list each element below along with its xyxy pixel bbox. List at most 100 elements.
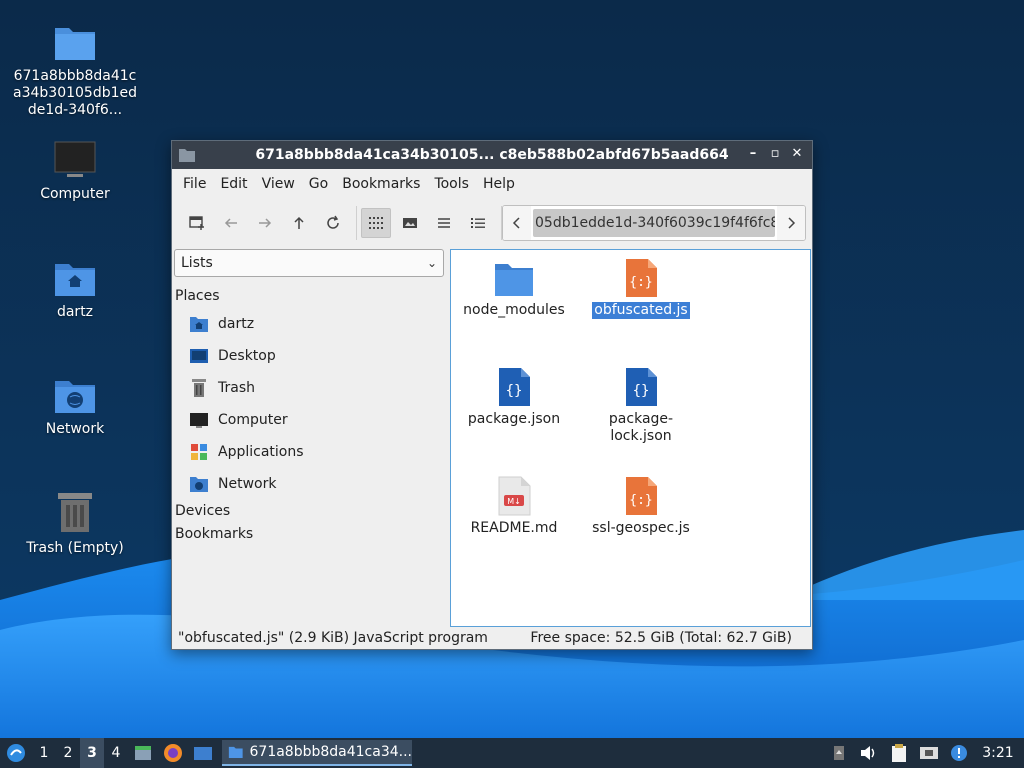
file-item-ssl-geospec-js[interactable]: {:} ssl-geospec.js — [581, 476, 701, 537]
computer-icon — [54, 141, 96, 177]
network-icon — [55, 381, 95, 413]
menu-tools[interactable]: Tools — [427, 176, 476, 192]
minimize-button[interactable]: – — [744, 145, 762, 163]
desktop-icon-label: Computer — [40, 186, 110, 202]
clipboard-button[interactable] — [888, 738, 910, 768]
desktop-icon-label: Network — [45, 421, 105, 437]
firefox-icon — [164, 744, 182, 762]
workspace-4-button[interactable]: 4 — [104, 738, 128, 768]
side-pane: Lists ⌄ Places dartz Desktop Trash Compu… — [172, 249, 448, 627]
file-item-package-json[interactable]: {} package.json — [454, 367, 574, 428]
eject-icon — [834, 746, 844, 760]
reload-icon — [327, 215, 339, 229]
workspace-3-button[interactable]: 3 — [80, 738, 104, 768]
sidebar-item-network[interactable]: Network — [172, 468, 448, 500]
home-folder-icon — [55, 264, 95, 296]
sidebar-item-label: Desktop — [218, 348, 276, 364]
menu-bookmarks[interactable]: Bookmarks — [335, 176, 427, 192]
new-tab-button[interactable] — [182, 208, 212, 238]
menu-help[interactable]: Help — [476, 176, 522, 192]
bookmarks-header[interactable]: Bookmarks — [172, 523, 448, 546]
sidebar-item-computer[interactable]: Computer — [172, 404, 448, 436]
maximize-button[interactable]: ▫ — [766, 145, 784, 163]
tray-toggle-button[interactable] — [830, 738, 848, 768]
file-view[interactable]: node_modules {:} obfuscated.js {} packag… — [450, 249, 811, 627]
desktop-icon-folder[interactable]: 671a8bbb8da41ca34b30105db1edde1d-340f6..… — [10, 22, 140, 119]
devices-header[interactable]: Devices — [172, 500, 448, 523]
arrow-left-icon — [224, 218, 237, 228]
desktop-icon-network[interactable]: Network — [10, 375, 140, 438]
status-bar: "obfuscated.js" (2.9 KiB) JavaScript pro… — [172, 627, 812, 649]
menu-edit[interactable]: Edit — [213, 176, 254, 192]
detailed-list-icon — [471, 218, 485, 228]
path-scroll-right-button[interactable] — [777, 206, 805, 240]
side-pane-mode-select[interactable]: Lists ⌄ — [174, 249, 444, 277]
lubuntu-logo-icon — [7, 744, 25, 762]
parent-folder-button[interactable] — [284, 208, 314, 238]
path-segment-button[interactable]: 05db1edde1d-340f6039c19f4f6fc8e — [533, 209, 775, 237]
folder-launcher[interactable] — [188, 738, 218, 768]
firefox-launcher[interactable] — [158, 738, 188, 768]
path-scroll-left-button[interactable] — [503, 206, 531, 240]
javascript-file-icon: {:} — [626, 477, 657, 515]
desktop-icon-trash[interactable]: Trash (Empty) — [10, 490, 140, 557]
file-manager-window[interactable]: 671a8bbb8da41ca34b30105... c8eb588b02abf… — [171, 140, 813, 650]
detailed-view-button[interactable] — [463, 208, 493, 238]
start-menu-button[interactable] — [0, 738, 32, 768]
folder-icon — [495, 264, 533, 296]
json-file-icon: {} — [626, 368, 657, 406]
taskbar-window-button[interactable]: 671a8bbb8da41ca34... — [222, 740, 412, 766]
menu-go[interactable]: Go — [302, 176, 335, 192]
clock[interactable]: 3:21 — [978, 738, 1018, 768]
chevron-right-icon — [788, 217, 796, 229]
sidebar-item-desktop[interactable]: Desktop — [172, 340, 448, 372]
icon-view-button[interactable] — [361, 208, 391, 238]
file-item-readme-md[interactable]: M↓ README.md — [454, 476, 574, 537]
chevron-left-icon — [512, 217, 520, 229]
toolbar-separator — [356, 206, 357, 240]
reload-button[interactable] — [318, 208, 348, 238]
sidebar-item-trash[interactable]: Trash — [172, 372, 448, 404]
thumbnail-view-button[interactable] — [395, 208, 425, 238]
workspace-2-button[interactable]: 2 — [56, 738, 80, 768]
desktop-icon-computer[interactable]: Computer — [10, 140, 140, 203]
list-icon — [438, 218, 450, 228]
sidebar-item-dartz[interactable]: dartz — [172, 308, 448, 340]
file-name: package.json — [467, 411, 561, 427]
workspace-1-button[interactable]: 1 — [32, 738, 56, 768]
places-header[interactable]: Places — [172, 285, 448, 308]
network-icon — [188, 473, 210, 495]
json-file-icon: {} — [499, 368, 530, 406]
back-button[interactable] — [216, 208, 246, 238]
compact-view-button[interactable] — [429, 208, 459, 238]
updates-button[interactable] — [948, 738, 970, 768]
network-status-button[interactable] — [918, 738, 940, 768]
close-button[interactable]: ✕ — [788, 145, 806, 163]
folder-icon — [228, 746, 243, 759]
desktop-icon-label: Trash (Empty) — [26, 540, 124, 556]
sidebar-item-applications[interactable]: Applications — [172, 436, 448, 468]
home-folder-icon — [188, 313, 210, 335]
folder-icon — [179, 149, 195, 162]
sidebar-item-label: Computer — [218, 412, 288, 428]
trash-icon — [58, 493, 92, 532]
path-bar: 05db1edde1d-340f6039c19f4f6fc8e — [502, 205, 806, 241]
volume-button[interactable] — [856, 738, 880, 768]
chevron-down-icon: ⌄ — [426, 256, 437, 270]
desktop-icon-home[interactable]: dartz — [10, 258, 140, 321]
show-desktop-button[interactable] — [128, 738, 158, 768]
svg-text:{}: {} — [506, 383, 523, 399]
desktop-icon — [188, 345, 210, 367]
menu-file[interactable]: File — [176, 176, 213, 192]
title-bar[interactable]: 671a8bbb8da41ca34b30105... c8eb588b02abf… — [172, 141, 812, 169]
new-tab-icon — [189, 216, 204, 230]
notification-icon — [951, 745, 967, 761]
file-item-node-modules[interactable]: node_modules — [454, 258, 574, 319]
svg-text:{:}: {:} — [629, 493, 652, 508]
computer-icon — [188, 409, 210, 431]
file-name: ssl-geospec.js — [592, 520, 690, 536]
forward-button[interactable] — [250, 208, 280, 238]
file-item-obfuscated-js[interactable]: {:} obfuscated.js — [581, 258, 701, 319]
file-item-package-lock-json[interactable]: {} package-lock.json — [581, 367, 701, 445]
menu-view[interactable]: View — [255, 176, 302, 192]
